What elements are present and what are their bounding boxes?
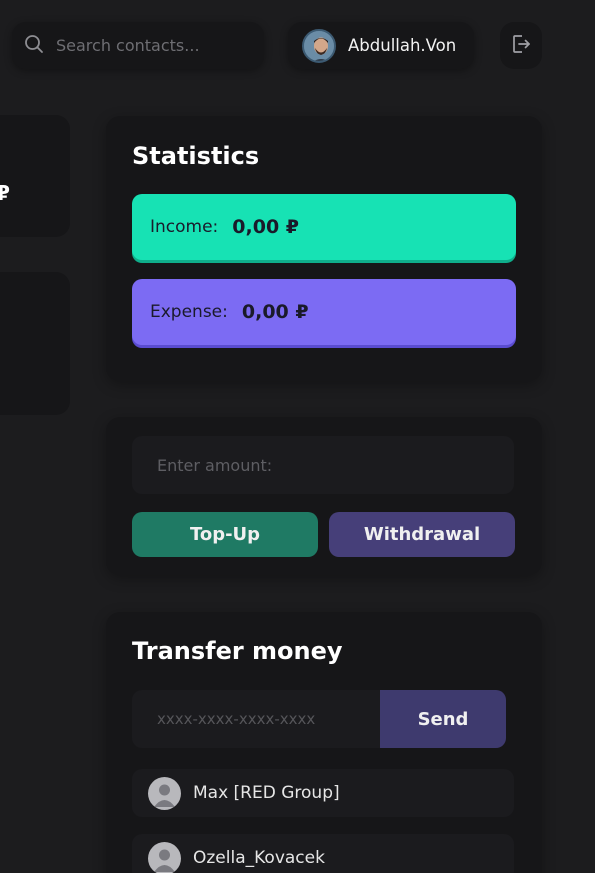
user-name: Abdullah.Von — [348, 36, 457, 55]
income-box: Income: 0,00 ₽ — [132, 194, 516, 260]
statistics-card: Statistics Income: 0,00 ₽ Expense: 0,00 … — [106, 116, 542, 381]
income-label: Income: — [150, 217, 219, 237]
user-avatar — [302, 28, 336, 63]
withdrawal-button[interactable]: Withdrawal — [329, 512, 515, 557]
contact-item[interactable]: Max [RED Group] — [132, 769, 514, 817]
topup-button[interactable]: Top-Up — [132, 512, 318, 557]
contact-item[interactable]: Ozella_Kovacek — [132, 834, 514, 873]
send-button[interactable]: Send — [380, 690, 506, 748]
search-bar[interactable] — [12, 22, 264, 69]
contact-avatar-icon — [148, 776, 181, 810]
statistics-title: Statistics — [132, 142, 260, 170]
expense-value: 0,00 ₽ — [241, 301, 309, 323]
contact-name: Max [RED Group] — [193, 783, 340, 803]
transfer-title: Transfer money — [132, 637, 343, 665]
currency-symbol: ₽ — [0, 181, 10, 205]
contact-avatar-icon — [148, 841, 181, 873]
search-icon — [24, 34, 44, 58]
expense-box: Expense: 0,00 ₽ — [132, 279, 516, 345]
amount-input[interactable] — [132, 436, 514, 494]
balance-actions-card: Top-Up Withdrawal — [106, 417, 542, 575]
balance-card-partial: ₽ — [0, 115, 70, 237]
side-card-partial — [0, 272, 70, 415]
logout-icon — [510, 33, 532, 59]
logout-button[interactable] — [500, 22, 542, 69]
search-input[interactable] — [56, 36, 246, 55]
card-number-input[interactable] — [132, 690, 382, 748]
contact-name: Ozella_Kovacek — [193, 848, 325, 868]
transfer-card: Transfer money Send Max [RED Group] Ozel… — [106, 612, 542, 873]
expense-label: Expense: — [150, 302, 228, 322]
income-value: 0,00 ₽ — [232, 216, 300, 238]
user-profile[interactable]: Abdullah.Von — [288, 22, 474, 69]
